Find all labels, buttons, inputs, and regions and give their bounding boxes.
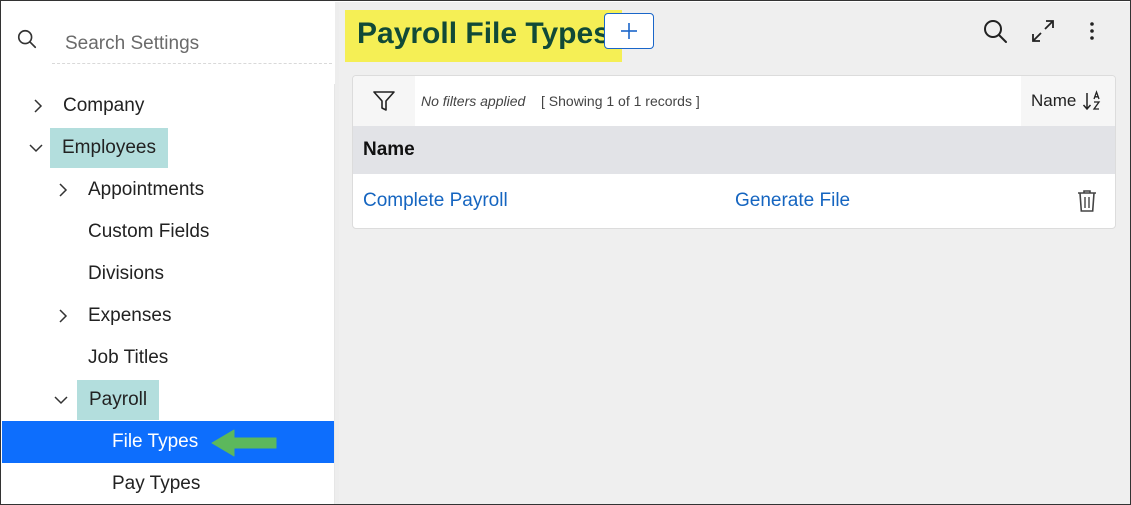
file-types-table: No filters applied [ Showing 1 of 1 reco…	[352, 75, 1116, 229]
sidebar-item-label: Job Titles	[88, 347, 169, 368]
search-icon	[17, 29, 37, 49]
more-options-icon[interactable]	[1079, 18, 1105, 44]
plus-icon	[621, 23, 637, 39]
sidebar-item-divisions[interactable]: Divisions	[2, 253, 335, 295]
sidebar-item-label: Divisions	[88, 263, 165, 284]
sort-label: Name	[1031, 91, 1077, 110]
sidebar-item-expenses[interactable]: Expenses	[2, 295, 335, 337]
filter-icon	[373, 91, 395, 111]
sidebar-item-label: File Types	[112, 431, 199, 452]
chevron-right-icon[interactable]	[55, 308, 71, 324]
record-count: [ Showing 1 of 1 records ]	[541, 93, 700, 109]
chevron-right-icon[interactable]	[55, 182, 71, 198]
filter-button[interactable]	[353, 76, 415, 126]
filter-status: No filters applied	[421, 93, 526, 109]
settings-window: Company Employees Appointments Custom Fi…	[0, 0, 1131, 505]
sidebar-item-label: Custom Fields	[88, 221, 210, 242]
expand-icon[interactable]	[1030, 18, 1056, 44]
sort-ascending-icon	[1083, 90, 1101, 111]
sidebar-item-pay-types[interactable]: Pay Types	[2, 463, 335, 504]
settings-tree: Company Employees Appointments Custom Fi…	[2, 85, 335, 504]
sidebar-item-label: Appointments	[88, 179, 205, 200]
file-type-name-link[interactable]: Complete Payroll	[363, 174, 508, 228]
sidebar-item-appointments[interactable]: Appointments	[2, 169, 335, 211]
table-row[interactable]: Complete Payroll Generate File	[353, 174, 1115, 228]
settings-sidebar: Company Employees Appointments Custom Fi…	[2, 2, 335, 504]
sidebar-item-employees[interactable]: Employees	[2, 127, 335, 169]
sidebar-item-label: Pay Types	[112, 473, 201, 494]
sidebar-item-label: Company	[63, 95, 145, 116]
search-icon[interactable]	[982, 18, 1008, 44]
page-title: Payroll File Types	[345, 10, 622, 62]
sidebar-item-custom-fields[interactable]: Custom Fields	[2, 211, 335, 253]
chevron-right-icon[interactable]	[30, 98, 46, 114]
sidebar-item-job-titles[interactable]: Job Titles	[2, 337, 335, 379]
chevron-down-icon[interactable]	[28, 140, 44, 156]
generate-file-link[interactable]: Generate File	[735, 174, 850, 228]
table-toolbar: No filters applied [ Showing 1 of 1 reco…	[353, 76, 1115, 126]
sidebar-item-label: Employees	[50, 128, 168, 168]
sort-button[interactable]: Name	[1021, 76, 1115, 126]
sidebar-item-label: Payroll	[77, 380, 160, 420]
green-arrow-icon	[211, 429, 277, 457]
sidebar-item-payroll[interactable]: Payroll	[2, 379, 335, 421]
chevron-down-icon[interactable]	[53, 392, 69, 408]
sidebar-item-company[interactable]: Company	[2, 85, 335, 127]
sidebar-item-label: Expenses	[88, 305, 172, 326]
sidebar-item-file-types[interactable]: File Types	[2, 421, 335, 463]
search-input[interactable]	[52, 24, 332, 64]
add-button[interactable]	[604, 13, 654, 49]
column-header-name[interactable]: Name	[353, 126, 1115, 174]
main-panel: Payroll File Types No filters applied […	[339, 2, 1130, 504]
search-row	[2, 16, 335, 64]
trash-icon[interactable]	[1075, 188, 1099, 214]
